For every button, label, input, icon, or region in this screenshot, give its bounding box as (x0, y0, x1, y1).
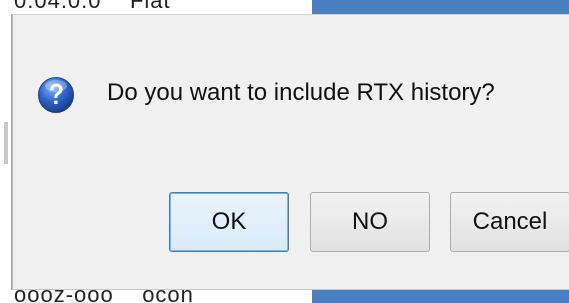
background-window-bottom: oooz-ooo ocon (0, 290, 312, 303)
background-row-text-bottom: oooz-ooo ocon (14, 290, 194, 303)
screen: 0.04.0.0 Flat Do you want to include RTX… (0, 0, 569, 303)
cancel-button[interactable]: Cancel (450, 192, 569, 252)
question-icon (38, 77, 74, 113)
background-scroll-notch (4, 122, 8, 164)
confirm-dialog: Do you want to include RTX history? OK N… (12, 14, 569, 290)
background-row-text-top: 0.04.0.0 Flat (14, 0, 171, 13)
background-selection-bar-bottom (312, 290, 569, 303)
background-selection-bar-top (312, 0, 569, 14)
no-button[interactable]: NO (310, 192, 430, 252)
ok-button[interactable]: OK (169, 192, 289, 252)
dialog-message: Do you want to include RTX history? (107, 79, 495, 106)
background-window-top: 0.04.0.0 Flat (0, 0, 310, 14)
background-window-edge (0, 14, 12, 290)
